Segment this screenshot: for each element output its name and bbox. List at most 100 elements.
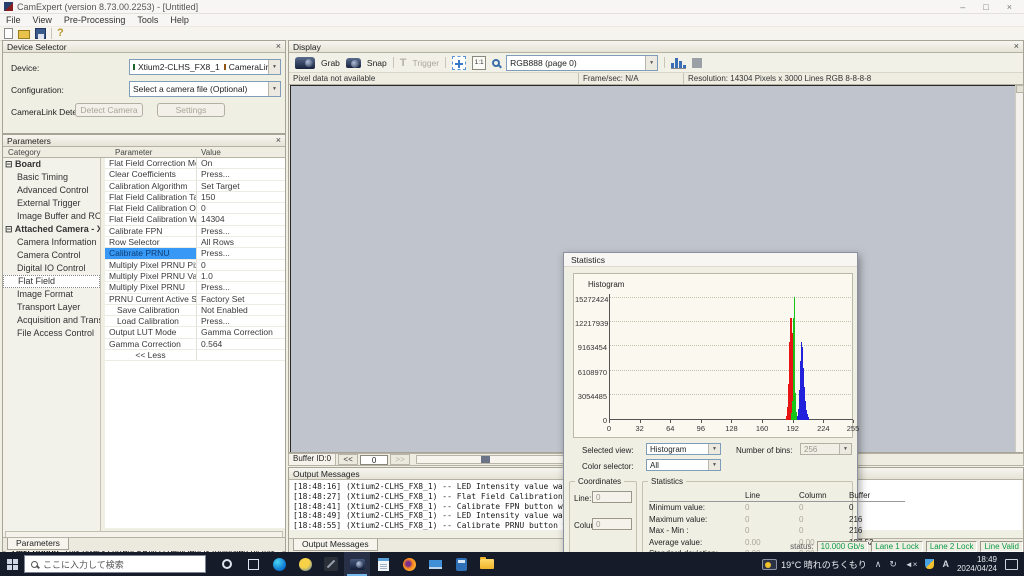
selected-view-combo[interactable]: Histogram ▼ (646, 443, 721, 455)
chevron-down-icon[interactable]: ▼ (268, 60, 280, 74)
param-name[interactable]: Multiply Pixel PRNU Value (105, 270, 197, 282)
menu-pre-processing[interactable]: Pre-Processing (64, 15, 126, 25)
cortana-button[interactable] (214, 552, 240, 576)
weather-widget[interactable]: 19°C 晴れのちくもり (762, 558, 867, 571)
param-name[interactable]: Load Calibration (105, 316, 197, 327)
param-value[interactable]: Not Enabled (197, 305, 285, 315)
param-value[interactable]: 0 (197, 260, 285, 270)
update-icon[interactable]: ↻ (889, 559, 897, 570)
param-value[interactable] (197, 350, 285, 360)
category-item-file-access-control[interactable]: File Access Control (3, 327, 100, 340)
param-name[interactable]: Row Selector (105, 237, 197, 248)
param-row-multiply-pixel-prnu-pixel[interactable]: Multiply Pixel PRNU Pixel 0 (105, 259, 285, 271)
chevron-down-icon[interactable]: ▼ (708, 460, 720, 470)
param-name[interactable]: Multiply Pixel PRNU Pixel (105, 259, 197, 270)
taskbar-clock[interactable]: 18:49 2024/04/24 (957, 555, 997, 573)
taskbar-search[interactable]: ここに入力して検索 (24, 555, 206, 573)
category-item-transport-layer[interactable]: Transport Layer (3, 301, 100, 314)
category-item-digital-io-control[interactable]: Digital IO Control (3, 262, 100, 275)
param-row-row-selector[interactable]: Row Selector All Rows (105, 237, 285, 249)
save-file-icon[interactable] (35, 28, 46, 39)
close-panel-icon[interactable]: × (276, 42, 281, 51)
notification-center-icon[interactable] (1005, 558, 1018, 570)
param-value[interactable]: Press... (197, 169, 285, 179)
scroll-up-icon[interactable] (1016, 85, 1024, 93)
param-value[interactable]: On (197, 158, 285, 168)
param-value[interactable]: Set Target (197, 181, 285, 191)
param-value[interactable]: All Rows (197, 237, 285, 247)
close-panel-icon[interactable]: × (276, 136, 281, 145)
category-item-acquisition-and-transfer-c[interactable]: Acquisition and Transfer C... (3, 314, 100, 327)
grab-label[interactable]: Grab (321, 58, 340, 68)
param-row-flat-field-calibration-width[interactable]: Flat Field Calibration Width14304 (105, 214, 285, 226)
close-panel-icon[interactable]: × (1014, 42, 1019, 51)
menu-help[interactable]: Help (170, 15, 189, 25)
param-row-flat-field-calibration-target[interactable]: Flat Field Calibration Target150 (105, 191, 285, 204)
globe-app-button[interactable] (292, 552, 318, 576)
category-item-camera-control[interactable]: Camera Control (3, 249, 100, 262)
one-to-one-icon[interactable]: 1:1 (472, 55, 487, 70)
category-item-external-trigger[interactable]: External Trigger (3, 197, 100, 210)
settings-button[interactable]: Settings (157, 103, 225, 117)
param-name[interactable]: << Less (105, 350, 197, 361)
zoom-icon[interactable] (492, 58, 501, 67)
volume-muted-icon[interactable]: ◄× (905, 560, 918, 569)
tab-output-messages[interactable]: Output Messages (293, 539, 378, 551)
edge-button[interactable] (266, 552, 292, 576)
firefox-button[interactable] (396, 552, 422, 576)
category-item-camera-information[interactable]: Camera Information (3, 236, 100, 249)
param-row-flat-field-calibration-offset-x[interactable]: Flat Field Calibration Offset X0 (105, 203, 285, 215)
menu-view[interactable]: View (33, 15, 52, 25)
param-row-calibration-algorithm[interactable]: Calibration Algorithm Set Target (105, 180, 285, 192)
laptop-app-button[interactable] (422, 552, 448, 576)
help-icon[interactable]: ? (57, 28, 67, 39)
maximize-icon[interactable]: □ (983, 2, 988, 12)
buffer-slider-thumb[interactable] (481, 456, 491, 463)
close-icon[interactable]: × (1007, 2, 1012, 12)
open-file-icon[interactable] (18, 30, 30, 39)
grab-camera-icon[interactable] (295, 56, 315, 69)
menu-file[interactable]: File (6, 15, 21, 25)
param-name[interactable]: Calibrate FPN (105, 225, 197, 237)
param-name[interactable]: PRNU Current Active Set (105, 293, 197, 304)
param-row-output-lut-mode[interactable]: Output LUT Mode Gamma Correction (105, 327, 285, 339)
camexpert-taskbar-button[interactable] (344, 552, 370, 576)
param-row-load-calibration[interactable]: Load Calibration Press... (105, 316, 285, 328)
explorer-button[interactable] (474, 552, 500, 576)
line-input[interactable]: 0 (592, 491, 632, 503)
param-value[interactable]: Press... (197, 316, 285, 326)
param-name[interactable]: Gamma Correction (105, 338, 197, 350)
param-value[interactable]: 1.0 (197, 271, 285, 281)
param-name[interactable]: Output LUT Mode (105, 327, 197, 338)
param-name[interactable]: Multiply Pixel PRNU (105, 282, 197, 293)
param-name[interactable]: Flat Field Correction Mode (105, 158, 197, 169)
display-vertical-scrollbar[interactable] (1015, 85, 1024, 452)
security-shield-icon[interactable] (925, 559, 935, 569)
minimize-icon[interactable]: – (960, 2, 965, 12)
param-value[interactable]: 0.564 (197, 339, 285, 349)
buffer-prev-button[interactable]: << (338, 454, 359, 465)
snap-camera-icon[interactable] (345, 57, 361, 68)
param-value[interactable]: Gamma Correction (197, 327, 285, 337)
category-item-advanced-control[interactable]: Advanced Control (3, 184, 100, 197)
param-row-calibrate-prnu[interactable]: Calibrate PRNU Press... (105, 248, 285, 260)
category-item-board[interactable]: ⊟ Board (3, 158, 100, 171)
new-file-icon[interactable] (4, 28, 13, 39)
calculator-button[interactable] (448, 552, 474, 576)
tray-expand-icon[interactable]: ∧ (875, 559, 882, 570)
param-row-prnu-current-active-set[interactable]: PRNU Current Active Set Factory Set (105, 293, 285, 305)
category-item-flat-field[interactable]: Flat Field (3, 275, 100, 288)
column-input[interactable]: 0 (592, 518, 632, 530)
param-row-save-calibration[interactable]: Save Calibration Not Enabled (105, 304, 285, 317)
ime-indicator[interactable]: A (942, 559, 949, 569)
param-row-calibrate-fpn[interactable]: Calibrate FPN Press... (105, 225, 285, 238)
param-row-less[interactable]: << Less (105, 350, 285, 362)
param-value[interactable]: 14304 (197, 214, 285, 224)
chevron-down-icon[interactable]: ▼ (708, 444, 720, 454)
histogram-icon[interactable] (671, 57, 687, 69)
param-name[interactable]: Calibration Algorithm (105, 180, 197, 191)
config-tool-button[interactable] (318, 552, 344, 576)
task-view-button[interactable] (240, 552, 266, 576)
notepad-button[interactable] (370, 552, 396, 576)
tab-parameters[interactable]: Parameters (7, 538, 69, 550)
